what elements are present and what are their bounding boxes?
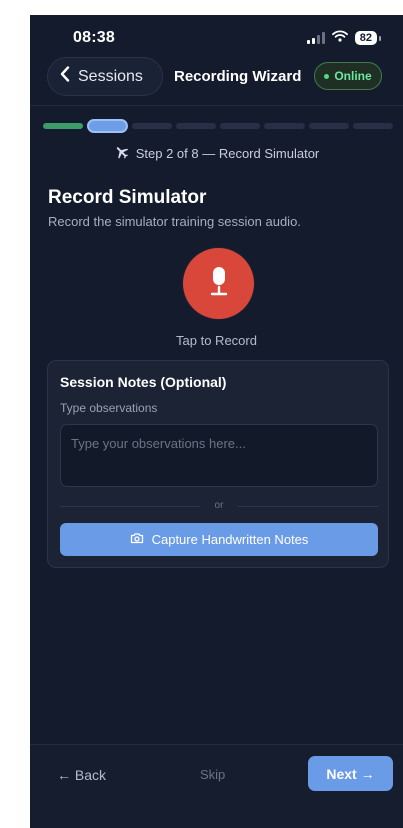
- progress-step-5: [220, 123, 261, 129]
- step-indicator: Step 2 of 8 — Record Simulator: [30, 144, 403, 163]
- airplane-icon: [114, 144, 130, 163]
- online-dot-icon: [324, 73, 330, 79]
- session-notes-card: Session Notes (Optional) Type observatio…: [47, 360, 389, 568]
- progress-step-8: [352, 123, 393, 129]
- progress-step-7: [308, 123, 349, 129]
- page-title: Record Simulator: [48, 187, 207, 208]
- header: Sessions Recording Wizard Online: [30, 57, 403, 105]
- step-text: Step 2 of 8 — Record Simulator: [135, 146, 320, 161]
- progress-step-2: [87, 119, 128, 133]
- page-header-title: Recording Wizard: [174, 68, 302, 85]
- app-screen: 08:38 82 Sessions Recording Wizard Onlin…: [30, 15, 403, 828]
- progress-step-3: [131, 123, 172, 129]
- signal-icon: [306, 32, 325, 44]
- wifi-icon: [331, 29, 348, 47]
- back-to-sessions-button[interactable]: Sessions: [47, 57, 163, 96]
- capture-label: Capture Handwritten Notes: [151, 532, 309, 547]
- back-label: Sessions: [78, 67, 143, 85]
- status-badge: Online: [314, 62, 382, 90]
- progress-step-6: [264, 123, 305, 129]
- notes-field-label: Type observations: [60, 401, 158, 415]
- camera-icon: [130, 532, 144, 547]
- header-divider: [30, 105, 403, 106]
- battery-icon: 82: [354, 31, 382, 45]
- chevron-left-icon: [60, 66, 70, 87]
- page-subtitle: Record the simulator training session au…: [48, 214, 301, 229]
- record-button[interactable]: [183, 248, 254, 319]
- status-badge-label: Online: [334, 69, 372, 83]
- capture-handwritten-notes-button[interactable]: Capture Handwritten Notes: [60, 523, 378, 556]
- microphone-icon: [208, 266, 230, 301]
- footer-nav: ← Back Skip Next →: [30, 744, 403, 828]
- next-button[interactable]: Next →: [308, 756, 393, 791]
- status-time: 08:38: [73, 29, 115, 46]
- step-progress-bar: [43, 119, 393, 133]
- record-hint: Tap to Record: [176, 333, 257, 348]
- progress-step-4: [175, 123, 216, 129]
- status-icons: 82: [306, 29, 382, 47]
- skip-button[interactable]: Skip: [200, 767, 225, 782]
- back-button[interactable]: ← Back: [57, 767, 106, 783]
- status-bar: 08:38 82: [30, 15, 403, 57]
- or-divider: or: [60, 500, 378, 512]
- notes-card-title: Session Notes (Optional): [60, 374, 227, 390]
- notes-textarea[interactable]: [60, 424, 378, 487]
- progress-step-1: [43, 123, 84, 129]
